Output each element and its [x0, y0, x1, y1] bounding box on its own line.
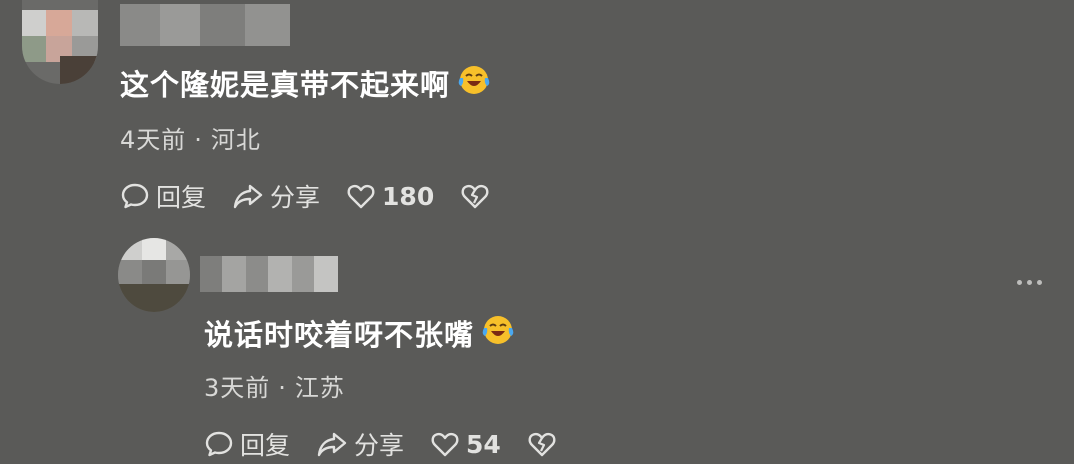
heart-icon — [430, 429, 460, 459]
timestamp: 4天前 — [120, 126, 187, 154]
heart-icon — [346, 181, 376, 211]
timestamp: 3天前 — [204, 374, 271, 402]
comment-bubble-icon — [204, 429, 234, 459]
comment-actions: 回复 分享 180 — [120, 178, 516, 214]
share-arrow-icon — [316, 429, 348, 459]
comment-actions: 回复 分享 54 — [204, 426, 583, 462]
avatar[interactable] — [118, 238, 190, 312]
username-blurred[interactable] — [120, 4, 290, 46]
comment-bubble-icon — [120, 181, 150, 211]
comment-body: 说话时咬着呀不张嘴 — [204, 318, 475, 352]
separator-dot: · — [194, 126, 203, 154]
reply-label: 回复 — [156, 183, 207, 212]
reply-button[interactable]: 回复 — [120, 178, 206, 214]
share-arrow-icon — [232, 181, 264, 211]
like-button[interactable]: 54 — [430, 429, 501, 459]
laughing-crying-emoji-icon — [458, 64, 490, 103]
avatar[interactable] — [22, 0, 98, 84]
reply-button[interactable]: 回复 — [204, 426, 290, 462]
separator-dot: · — [278, 374, 287, 402]
laughing-crying-emoji-icon — [482, 314, 514, 353]
like-count: 54 — [466, 429, 501, 459]
comment-body: 这个隆妮是真带不起来啊 — [120, 68, 451, 102]
username-blurred[interactable] — [200, 256, 338, 292]
comment-meta: 3天前 · 江苏 — [204, 368, 345, 403]
broken-heart-icon — [527, 429, 557, 459]
like-count: 180 — [382, 181, 435, 211]
reply-label: 回复 — [240, 431, 291, 460]
comment-meta: 4天前 · 河北 — [120, 120, 261, 155]
share-label: 分享 — [354, 431, 405, 460]
location: 江苏 — [294, 374, 345, 402]
comment-text: 这个隆妮是真带不起来啊 — [120, 62, 490, 104]
share-button[interactable]: 分享 — [232, 178, 320, 214]
comment-text: 说话时咬着呀不张嘴 — [204, 312, 514, 354]
share-button[interactable]: 分享 — [316, 426, 404, 462]
location: 河北 — [210, 126, 261, 154]
more-dots-icon[interactable] — [1017, 280, 1042, 285]
dislike-button[interactable] — [527, 429, 557, 459]
share-label: 分享 — [270, 183, 321, 212]
like-button[interactable]: 180 — [346, 181, 434, 211]
dislike-button[interactable] — [460, 181, 490, 211]
broken-heart-icon — [460, 181, 490, 211]
